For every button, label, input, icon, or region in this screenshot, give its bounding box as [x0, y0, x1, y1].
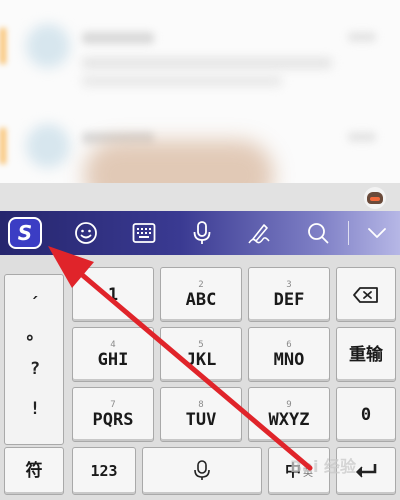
annotation-arrow — [48, 246, 313, 471]
